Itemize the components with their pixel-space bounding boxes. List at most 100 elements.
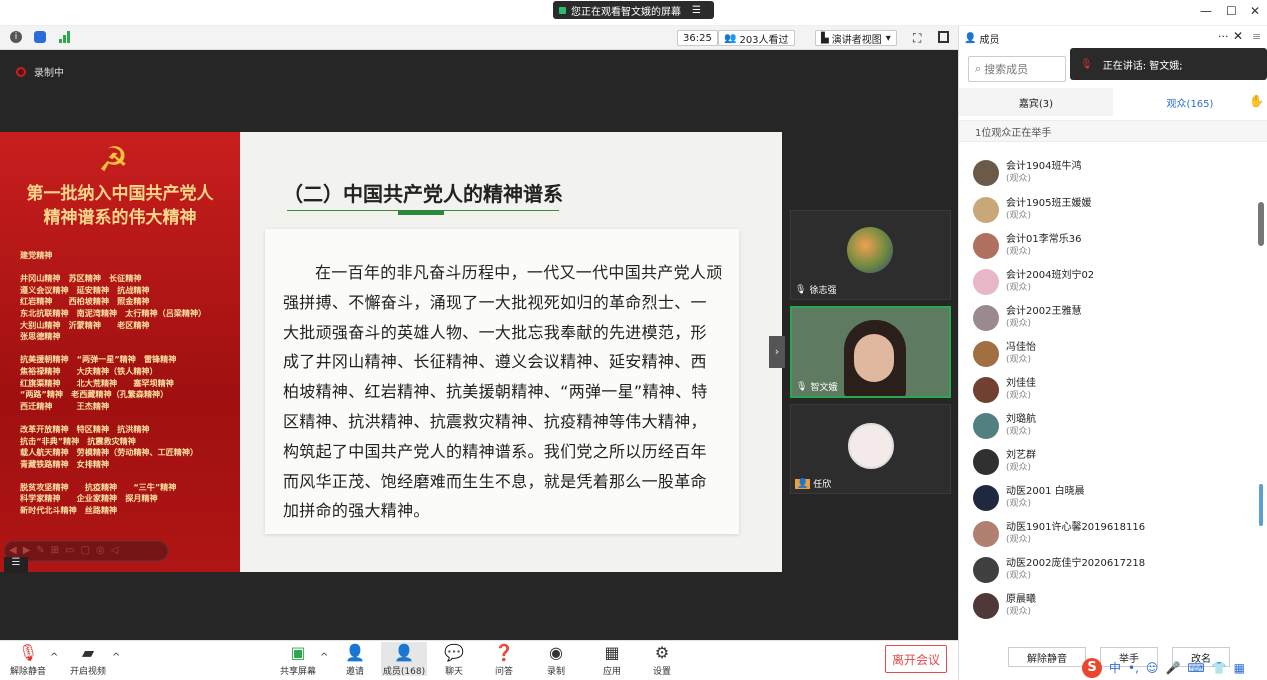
list-icon[interactable]: ≡ <box>1252 30 1261 43</box>
screen-share-banner[interactable]: 您正在观看智文娥的屏幕 ☰ <box>553 1 714 19</box>
caret-up-icon[interactable]: ^ <box>112 652 120 663</box>
member-role: (观众) <box>1006 391 1032 401</box>
member-role: (观众) <box>1006 319 1032 329</box>
qa-button[interactable]: ❓ 问答 <box>490 644 518 678</box>
tile-name: 👤 任欣 <box>795 477 831 490</box>
list-item[interactable]: 刘佳佳 (观众) <box>973 373 1253 409</box>
share-screen-label: 共享屏幕 <box>279 667 316 677</box>
info-icon[interactable]: i <box>10 31 22 43</box>
tab-guests[interactable]: 嘉宾(3) <box>959 88 1113 116</box>
close-sidebar-icon[interactable]: ✕ <box>1233 29 1243 43</box>
member-role: (观众) <box>1006 355 1032 365</box>
ime-toolbar[interactable]: S 中 •, ☺ 🎤 ⌨ 👕 ▦ <box>1082 655 1267 680</box>
list-item[interactable]: 动医2002庞佳宁2020617218 (观众) <box>973 553 1253 589</box>
gear-icon: ⚙ <box>654 643 670 662</box>
list-item[interactable]: 会计1905班王媛媛 (观众) <box>973 193 1253 229</box>
slide-menu-icon[interactable]: ☰ <box>4 557 28 573</box>
annotation-tools-icon[interactable]: ◀▶✎⊞▭▢◎◁ <box>9 545 124 556</box>
member-name: 动医2002庞佳宁2020617218 <box>1006 558 1146 569</box>
member-role: (观众) <box>1006 427 1032 437</box>
mic-icon[interactable]: 🎤 <box>1165 661 1180 675</box>
list-item[interactable]: 冯佳怡 (观众) <box>973 337 1253 373</box>
list-item[interactable]: 刘艺群 (观众) <box>973 445 1253 481</box>
unmute-button[interactable]: 解除静音 <box>1008 647 1086 667</box>
member-name: 会计1905班王媛媛 <box>1006 198 1092 209</box>
ime-item[interactable]: •, <box>1128 661 1139 675</box>
more-options-button[interactable]: ··· <box>1218 30 1229 43</box>
slide-body-text: 在一百年的非凡奋斗历程中，一代又一代中国共产党人顽强拼搏、不懈奋斗，涌现了一大批… <box>283 263 723 521</box>
viewer-count-label: 203人看过 <box>739 34 789 46</box>
avatar <box>848 423 894 469</box>
list-item[interactable]: 刘璐航 (观众) <box>973 409 1253 445</box>
person-icon: 👤 <box>795 478 811 489</box>
video-tile[interactable]: 👤 任欣 <box>790 404 951 494</box>
members-label: 成员(168) <box>382 667 426 677</box>
search-input[interactable]: ⌕ 搜索成员 <box>968 56 1066 82</box>
list-item[interactable]: 动医1901许心馨2019618116 (观众) <box>973 517 1253 553</box>
shield-icon[interactable] <box>34 31 46 43</box>
search-placeholder: 搜索成员 <box>984 63 1029 76</box>
settings-button[interactable]: ⚙ 设置 <box>648 643 676 678</box>
avatar <box>973 269 999 295</box>
collapse-video-strip-button[interactable]: › <box>769 336 785 368</box>
list-item[interactable]: 原晨曦 (观众) <box>973 589 1253 625</box>
avatar <box>973 160 999 186</box>
avatar <box>973 413 999 439</box>
invite-label: 邀请 <box>345 667 364 677</box>
video-tile[interactable]: 🎙 徐志强 <box>790 210 951 300</box>
list-item[interactable]: 会计01李常乐36 (观众) <box>973 229 1253 265</box>
menu-grid-icon[interactable]: ▦ <box>1234 661 1245 675</box>
list-item[interactable]: 会计1904班牛鸿 (观众) <box>973 156 1253 192</box>
avatar <box>973 197 999 223</box>
leave-meeting-button[interactable]: 离开会议 <box>885 645 947 673</box>
record-dot-icon <box>16 66 26 77</box>
caret-up-icon[interactable]: ^ <box>50 652 58 663</box>
list-item[interactable]: 动医2001 白晓晨 (观众) <box>973 481 1253 517</box>
scrollbar[interactable] <box>1258 202 1264 246</box>
recording-label: 录制中 <box>34 68 64 79</box>
sidebar-toggle-icon[interactable] <box>938 31 949 43</box>
ime-item[interactable]: 中 <box>1109 659 1121 676</box>
signal-icon[interactable] <box>58 31 72 43</box>
slide-tools-bar[interactable]: ◀▶✎⊞▭▢◎◁ <box>4 541 168 561</box>
speaking-label: 正在讲话: 智文娥; <box>1102 60 1183 72</box>
apps-button[interactable]: ▦ 应用 <box>598 644 626 678</box>
list-item[interactable]: 会计2002王雅慧 (观众) <box>973 301 1253 337</box>
start-video-button[interactable]: ▰ 开启视频 <box>66 644 110 678</box>
maximize-button[interactable]: ☐ <box>1226 4 1237 18</box>
viewer-count[interactable]: 👥 203人看过 <box>718 30 795 46</box>
minimize-button[interactable]: — <box>1200 4 1212 18</box>
members-button[interactable]: 👤 成员(168) <box>381 642 427 677</box>
avatar <box>973 341 999 367</box>
emoji-icon[interactable]: ☺ <box>1146 661 1159 675</box>
list-item[interactable]: 会计2004班刘宁02 (观众) <box>973 265 1253 301</box>
avatar <box>973 485 999 511</box>
hamburger-icon[interactable]: ☰ <box>692 5 701 16</box>
tile-name: 🎙 徐志强 <box>795 283 836 297</box>
share-screen-button[interactable]: ▣ 共享屏幕 <box>276 644 320 678</box>
share-banner-text: 您正在观看智文娥的屏幕 <box>571 6 681 18</box>
title-accent-bar <box>398 210 444 215</box>
video-tile-active-speaker[interactable]: 🎙 智文娥 <box>790 306 951 398</box>
skin-icon[interactable]: 👕 <box>1212 661 1227 675</box>
sidebar-title: 成员 <box>979 34 1000 46</box>
chat-icon: 💬 <box>444 643 464 662</box>
caret-up-icon[interactable]: ^ <box>320 652 328 663</box>
raise-hand-icon[interactable]: ✋ <box>1249 94 1264 108</box>
raise-hand-notice[interactable]: 1位观众正在举手 <box>959 120 1267 142</box>
member-name: 动医1901许心馨2019618116 <box>1006 522 1146 533</box>
record-button[interactable]: ◉ 录制 <box>542 644 570 678</box>
fullscreen-icon[interactable]: ⛶ <box>913 31 921 46</box>
scrollbar[interactable] <box>1259 484 1263 526</box>
invite-button[interactable]: 👤 邀请 <box>338 644 372 678</box>
view-mode-selector[interactable]: ▙ 演讲者视图 ▾ <box>815 30 897 46</box>
chat-button[interactable]: 💬 聊天 <box>440 643 468 678</box>
unmute-button[interactable]: 🎙 解除静音 <box>8 644 48 678</box>
tile-name-label: 任欣 <box>813 480 832 490</box>
tab-audience[interactable]: 观众(165) <box>1113 88 1267 116</box>
qa-label: 问答 <box>494 667 513 677</box>
keyboard-icon[interactable]: ⌨ <box>1187 661 1204 675</box>
unmute-label: 解除静音 <box>9 667 46 677</box>
close-button[interactable]: ✕ <box>1250 4 1260 18</box>
member-role: (观众) <box>1006 174 1032 184</box>
